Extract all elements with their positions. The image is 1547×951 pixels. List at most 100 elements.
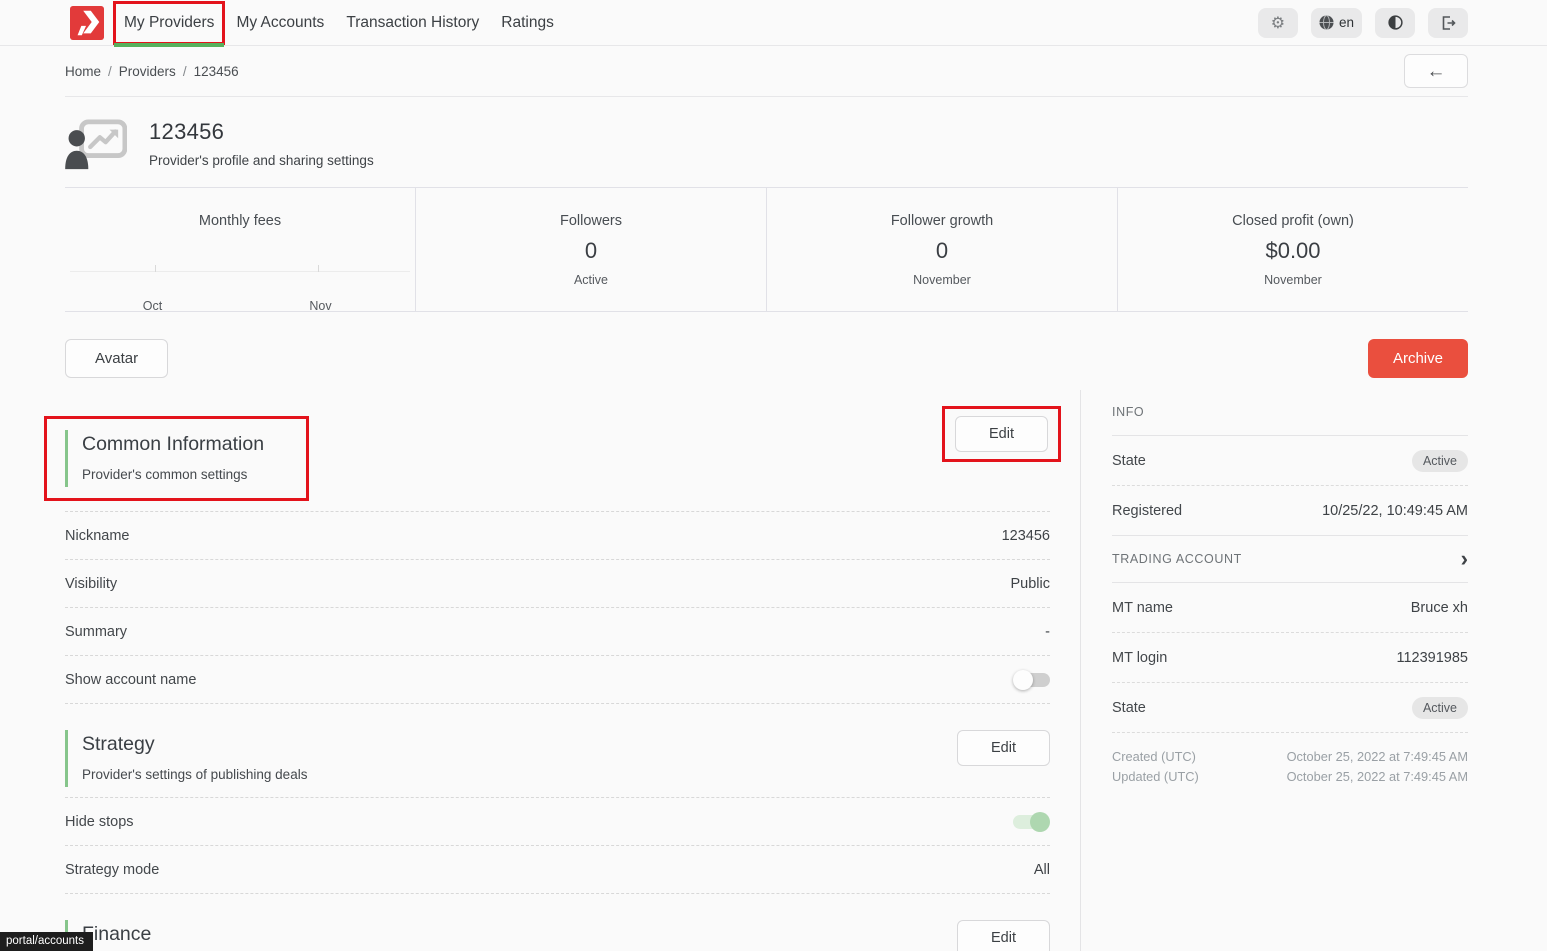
strategy-header: Strategy Provider's settings of publishi… [65, 730, 1050, 787]
stat-value: 0 [416, 238, 766, 264]
breadcrumb-separator: / [108, 64, 112, 79]
nav-item-ratings[interactable]: Ratings [490, 0, 565, 45]
info-label: State [1112, 453, 1146, 469]
created-label: Created (UTC) [1112, 747, 1196, 767]
field-label: Show account name [65, 672, 196, 688]
stat-followers: Followers 0 Active [415, 188, 766, 311]
info-label: Registered [1112, 503, 1182, 519]
common-information-annotation-box: Common Information Provider's common set… [44, 416, 309, 501]
gear-icon: ⚙ [1271, 15, 1285, 31]
stat-title: Monthly fees [65, 213, 415, 229]
field-value: All [1034, 862, 1050, 878]
nav-item-label: Transaction History [346, 14, 479, 32]
info-row-mt-name: MT name Bruce xh [1112, 583, 1468, 633]
status-badge: Active [1412, 697, 1468, 719]
settings-button[interactable]: ⚙ [1258, 8, 1298, 38]
theme-toggle-button[interactable] [1375, 8, 1415, 38]
info-value: 112391985 [1396, 650, 1468, 666]
link-status-tooltip: portal/accounts [0, 932, 93, 951]
stat-value: $0.00 [1118, 238, 1468, 264]
back-arrow-icon: ← [1427, 62, 1446, 81]
topbar-actions: ⚙ en [1258, 8, 1468, 38]
page-content: Home / Providers / 123456 ← 123456 Provi… [0, 46, 1547, 951]
info-row-account-state: State Active [1112, 683, 1468, 733]
globe-icon [1319, 15, 1334, 30]
field-row-strategy-mode: Strategy mode All [65, 846, 1050, 894]
breadcrumb-home[interactable]: Home [65, 64, 101, 79]
common-information-edit-button[interactable]: Edit [955, 416, 1048, 452]
hide-stops-toggle[interactable] [1013, 812, 1050, 832]
brand-logo[interactable] [70, 6, 104, 40]
info-value: 10/25/22, 10:49:45 AM [1322, 503, 1468, 519]
contrast-icon [1388, 15, 1403, 30]
field-row-show-account-name: Show account name [65, 656, 1050, 704]
stat-caption: November [1118, 273, 1468, 287]
stat-closed-profit: Closed profit (own) $0.00 November [1117, 188, 1468, 311]
common-information-rows: Nickname 123456 Visibility Public Summar… [65, 511, 1050, 704]
info-row-mt-login: MT login 112391985 [1112, 633, 1468, 683]
language-button[interactable]: en [1311, 8, 1362, 38]
toggle-knob [1013, 670, 1033, 690]
archive-button[interactable]: Archive [1368, 339, 1468, 378]
axis-tick [155, 265, 156, 272]
field-label: Summary [65, 624, 127, 640]
show-account-name-toggle[interactable] [1013, 670, 1050, 690]
updated-label: Updated (UTC) [1112, 767, 1199, 787]
nav-item-label: My Providers [124, 14, 214, 32]
toggle-knob [1030, 812, 1050, 832]
nav-item-transaction-history[interactable]: Transaction History [335, 0, 490, 45]
finance-edit-button[interactable]: Edit [957, 920, 1050, 951]
section-subtitle: Provider's common settings [82, 467, 264, 482]
field-label: Strategy mode [65, 862, 159, 878]
nav-item-my-accounts[interactable]: My Accounts [225, 0, 335, 45]
edit-annotation-box: Edit [942, 406, 1061, 462]
nav-item-label: Ratings [501, 14, 554, 32]
stat-monthly-fees: Monthly fees Oct Nov [65, 188, 415, 311]
app-window: My Providers My Accounts Transaction His… [0, 0, 1547, 951]
section-subtitle: Provider's settings of publishing deals [82, 767, 307, 782]
breadcrumb-providers[interactable]: Providers [119, 64, 176, 79]
info-label: MT login [1112, 650, 1167, 666]
provider-avatar-icon [65, 119, 127, 171]
nav-item-my-providers[interactable]: My Providers [113, 1, 225, 45]
stats-row: Monthly fees Oct Nov Followers 0 Active … [65, 187, 1468, 312]
info-label: State [1112, 700, 1146, 716]
nav-item-label: My Accounts [236, 14, 324, 32]
logout-icon [1440, 15, 1456, 31]
language-label: en [1339, 15, 1354, 30]
field-value: 123456 [1002, 528, 1050, 544]
field-label: Nickname [65, 528, 129, 544]
info-row-state: State Active [1112, 436, 1468, 486]
axis-tick-label: Oct [143, 299, 162, 313]
field-label: Visibility [65, 576, 117, 592]
field-row-hide-stops: Hide stops [65, 798, 1050, 846]
field-value: Public [1011, 576, 1051, 592]
timestamps-block: Created (UTC) October 25, 2022 at 7:49:4… [1112, 747, 1468, 787]
strategy-title-block: Strategy Provider's settings of publishi… [65, 730, 307, 787]
strategy-edit-button[interactable]: Edit [957, 730, 1050, 766]
updated-line: Updated (UTC) October 25, 2022 at 7:49:4… [1112, 767, 1468, 787]
field-row-summary: Summary - [65, 608, 1050, 656]
field-row-visibility: Visibility Public [65, 560, 1050, 608]
profile-actions-row: Avatar Archive [65, 339, 1468, 378]
main-nav: My Providers My Accounts Transaction His… [113, 0, 565, 45]
section-title: Strategy [82, 733, 307, 756]
field-row-nickname: Nickname 123456 [65, 512, 1050, 560]
field-value: - [1045, 624, 1050, 640]
info-panel-header: INFO [1112, 390, 1468, 436]
avatar-button[interactable]: Avatar [65, 339, 168, 378]
stat-title: Followers [416, 213, 766, 229]
trading-account-section-toggle[interactable]: TRADING ACCOUNT › [1112, 536, 1468, 583]
breadcrumb: Home / Providers / 123456 [65, 64, 239, 79]
info-label: MT name [1112, 600, 1173, 616]
stat-title: Follower growth [767, 213, 1117, 229]
trading-account-header: TRADING ACCOUNT [1112, 552, 1242, 566]
monthly-fees-chart-axis [70, 271, 410, 272]
breadcrumb-separator: / [183, 64, 187, 79]
logout-button[interactable] [1428, 8, 1468, 38]
top-navigation-bar: My Providers My Accounts Transaction His… [0, 0, 1547, 46]
stat-caption: November [767, 273, 1117, 287]
breadcrumb-row: Home / Providers / 123456 ← [65, 46, 1468, 97]
back-button[interactable]: ← [1404, 54, 1468, 88]
common-information-title-block: Common Information Provider's common set… [65, 430, 264, 487]
